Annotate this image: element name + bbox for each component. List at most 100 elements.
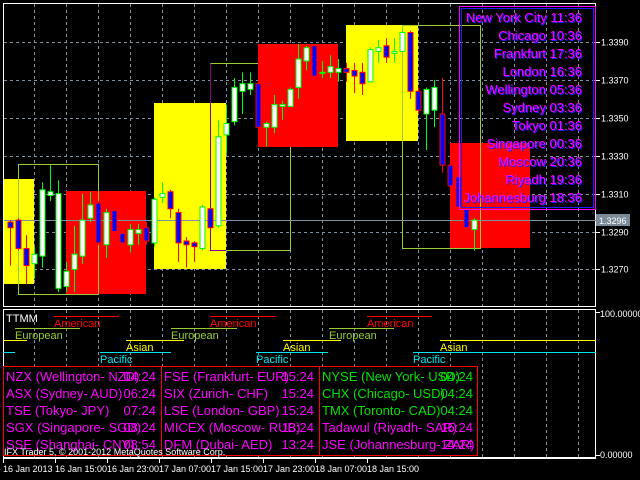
world-clock-entry: Riyadh 19:36 <box>505 172 582 187</box>
candle-body <box>111 210 118 232</box>
bull-candle <box>39 182 46 268</box>
exchange-row: TSE (Tokyo- JPY) 07:24 <box>6 403 156 418</box>
time-axis[interactable]: 16 Jan 2013 16 Jan 15:00 16 Jan 23:00 17 Ja… <box>3 458 596 474</box>
bull-candle <box>199 204 206 251</box>
world-clock-entry: Wellington 05:36 <box>485 82 582 97</box>
candle-body <box>231 86 238 123</box>
candle-body <box>367 49 374 83</box>
chart-window: New York City 11:36New York City 11:36Ch… <box>3 3 640 474</box>
candle-body <box>79 219 86 257</box>
time-tick-label: 18 Jan 15:00 <box>367 464 419 474</box>
exchange-time: 04:24 <box>440 403 473 418</box>
exchange-name: SIX (Zurich- CHF) <box>164 386 268 401</box>
bear-candle <box>407 30 414 99</box>
candle-body <box>183 240 190 246</box>
time-tick-label: 16 Jan 15:00 <box>55 464 107 474</box>
candle-body <box>471 219 478 231</box>
exchange-row: SIX (Zurich- CHF) 15:24 <box>164 386 314 401</box>
time-tick-label: 16 Jan 2013 <box>3 464 53 474</box>
price-axis[interactable]: 1.3390 1.3370 1.3350 1.3330 1.3310 1.3290 1.32… <box>596 38 629 275</box>
candle-body <box>7 221 14 229</box>
price-tick-label: 1.3370 <box>601 76 629 86</box>
candle-body <box>279 104 286 107</box>
candle-body <box>39 189 46 257</box>
candle-body <box>439 113 446 166</box>
candle-body <box>199 206 206 250</box>
candle-body <box>263 122 270 128</box>
exchange-row: Tadawul (Riyadh- SAR)15:24 <box>322 420 473 435</box>
bull-candle <box>399 30 406 52</box>
exchange-row: NZX (Wellington- NZD)04:24 <box>6 369 156 384</box>
price-tick-label: 1.3310 <box>601 190 629 200</box>
bear-candle <box>207 208 214 230</box>
candle-body <box>455 176 462 208</box>
exchange-name: Tadawul (Riyadh- SAR) <box>322 420 457 435</box>
exchange-time: 04:24 <box>123 369 156 384</box>
exchange-time: 15:24 <box>281 369 314 384</box>
pacific-session-label: Pacific <box>413 354 446 366</box>
candle-body <box>415 90 422 111</box>
candle-body <box>63 270 70 287</box>
sub-scale-top: 100.00000 <box>600 309 640 319</box>
exchange-name: LSE (London- GBP) <box>164 403 280 418</box>
bear-candle <box>95 201 102 245</box>
candle-body <box>135 229 142 234</box>
time-tick-label: 16 Jan 23:00 <box>107 464 159 474</box>
pacific-session-label: Pacific <box>100 354 133 366</box>
candle-body <box>319 71 326 74</box>
price-tick-label: 1.3330 <box>601 152 629 162</box>
bear-candle <box>415 87 422 115</box>
price-tick-label: 1.3350 <box>601 114 629 124</box>
copyright-text: IFX Trader 5, © 2001-2012 MetaQuotes Sof… <box>4 447 225 457</box>
candle-body <box>343 68 350 73</box>
current-price-label: 1.3296 <box>599 216 627 226</box>
exchange-name: FSE (Frankfurt- EUR) <box>164 369 289 384</box>
asian-session-box <box>346 25 418 141</box>
price-tick-label: 1.3290 <box>601 228 629 238</box>
exchange-time: 07:24 <box>123 403 156 418</box>
candle-body <box>287 88 294 107</box>
sub-scale-bottom: 0.00000 <box>600 450 633 460</box>
exchange-rows: NZX (Wellington- NZD)04:24 ASX (Sydney- A… <box>6 369 474 452</box>
candle-body <box>255 83 262 128</box>
candle-body <box>175 212 182 244</box>
candle-body <box>375 47 382 52</box>
candle-body <box>31 253 38 265</box>
bear-candle <box>111 208 118 236</box>
candle-body <box>311 45 318 77</box>
exchange-time: 15:24 <box>281 386 314 401</box>
candle-body <box>23 248 30 267</box>
indicator-label: TTMM <box>6 313 38 325</box>
candle-body <box>95 202 102 244</box>
exchange-name: CHX (Chicago- USD) <box>322 386 445 401</box>
time-tick-label: 17 Jan 23:00 <box>263 464 315 474</box>
exchange-time: 13:24 <box>281 420 314 435</box>
candle-body <box>143 227 150 242</box>
bear-candle <box>15 218 22 251</box>
candle-body <box>71 253 78 270</box>
candle-body <box>407 32 414 92</box>
exchange-time: 15:24 <box>281 403 314 418</box>
time-tick-label: 17 Jan 07:00 <box>159 464 211 474</box>
candle-body <box>391 50 398 54</box>
asian-session-box <box>154 103 226 269</box>
exchange-name: MICEX (Moscow- RUB) <box>164 420 301 435</box>
exchange-name: ASX (Sydney- AUD) <box>6 386 122 401</box>
bull-candle <box>367 47 374 83</box>
world-clock-entry: Tokyo 01:36 <box>512 118 582 133</box>
exchange-row: JSE (Johannesburg- ZAR)14:24 <box>322 437 474 452</box>
candle-body <box>447 164 454 187</box>
world-clock-entry: Chicago 10:36 <box>498 28 582 43</box>
exchange-row: MICEX (Moscow- RUB)13:24 <box>164 420 314 435</box>
exchange-time: 13:24 <box>281 437 314 452</box>
world-clock-entry: Singapore 00:36 <box>487 136 582 151</box>
world-clock-entry: Sydney 03:36 <box>502 100 582 115</box>
candle-body <box>383 45 390 58</box>
candle-body <box>327 66 334 73</box>
candle-body <box>239 83 246 92</box>
price-tick-label: 1.3390 <box>601 38 629 48</box>
time-tick-label: 17 Jan 15:00 <box>211 464 263 474</box>
bear-candle <box>255 81 262 130</box>
price-tick-label: 1.3270 <box>601 265 629 275</box>
bear-candle <box>311 45 318 79</box>
